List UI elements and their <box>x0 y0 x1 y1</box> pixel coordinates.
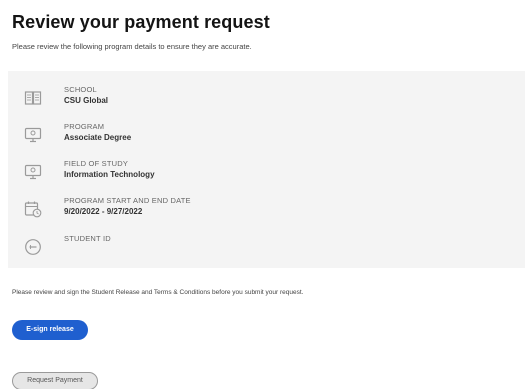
id-badge-icon <box>24 238 42 256</box>
request-payment-button[interactable]: Request Payment <box>12 372 98 389</box>
detail-label: STUDENT ID <box>64 234 111 243</box>
detail-row-program: PROGRAM Associate Degree <box>8 122 525 152</box>
esign-release-button[interactable]: E-sign release <box>12 320 88 340</box>
calendar-clock-icon <box>24 200 42 218</box>
detail-label: PROGRAM START AND END DATE <box>64 196 191 205</box>
terms-notice: Please review and sign the Student Relea… <box>12 289 304 296</box>
detail-value: CSU Global <box>64 96 109 105</box>
book-icon <box>24 89 42 107</box>
detail-label: PROGRAM <box>64 122 105 131</box>
program-details-panel: SCHOOL CSU Global PROGRAM Associate Degr… <box>8 71 525 268</box>
monitor-icon <box>24 163 42 181</box>
page-title: Review your payment request <box>12 12 270 32</box>
detail-row-program-dates: PROGRAM START AND END DATE 9/20/2022 - 9… <box>8 196 525 226</box>
detail-label: SCHOOL <box>64 85 97 94</box>
detail-row-student-id: STUDENT ID <box>8 234 525 264</box>
payment-review-page: Review your payment request Please revie… <box>0 0 525 389</box>
page-subtitle: Please review the following program deta… <box>12 42 252 51</box>
monitor-icon <box>24 126 42 144</box>
detail-value: Associate Degree <box>64 133 132 142</box>
detail-row-school: SCHOOL CSU Global <box>8 85 525 115</box>
detail-label: FIELD OF STUDY <box>64 159 129 168</box>
detail-value: Information Technology <box>64 170 155 179</box>
detail-row-field-of-study: FIELD OF STUDY Information Technology <box>8 159 525 189</box>
detail-value: 9/20/2022 - 9/27/2022 <box>64 207 143 216</box>
